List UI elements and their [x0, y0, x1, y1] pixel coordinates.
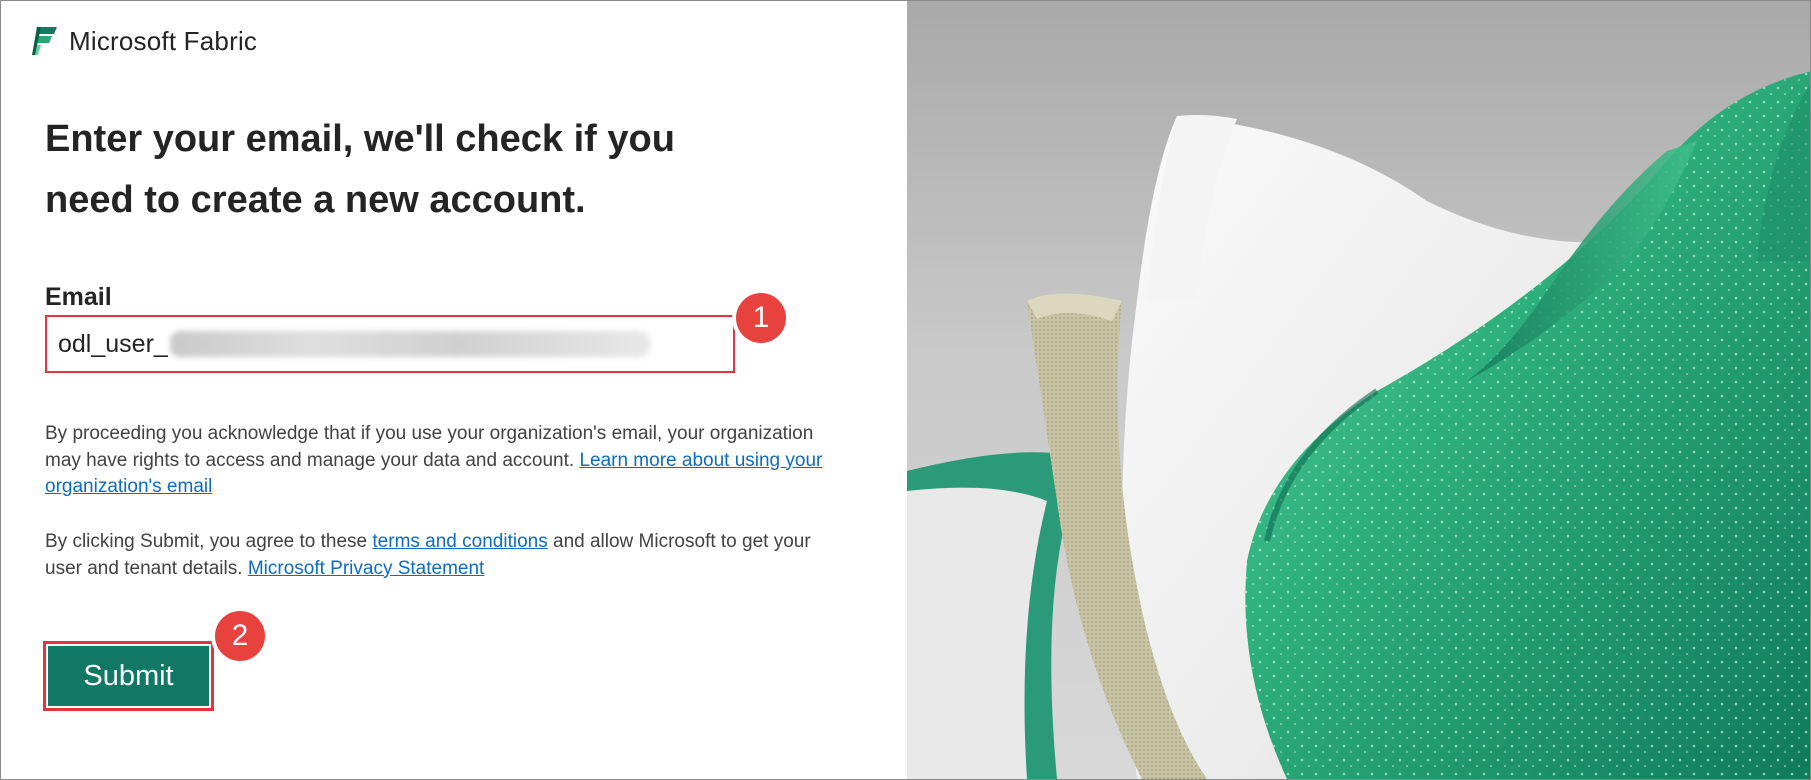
page-frame: Microsoft Fabric Enter your email, we'll…: [0, 0, 1811, 780]
redacted-email-text: [169, 331, 650, 357]
email-field[interactable]: odl_user_: [45, 315, 735, 373]
submit-label: Submit: [48, 646, 209, 706]
email-label: Email: [45, 283, 112, 311]
terms-link[interactable]: terms and conditions: [372, 531, 547, 552]
step-1-badge: 1: [736, 293, 786, 343]
brand-name: Microsoft Fabric: [69, 25, 258, 56]
hero-artwork: [907, 1, 1810, 779]
submit-terms-notice: By clicking Submit, you agree to these t…: [45, 529, 825, 582]
page-title: Enter your email, we'll check if you nee…: [45, 118, 675, 221]
step-2-badge: 2: [215, 611, 265, 661]
email-value: odl_user_: [58, 329, 168, 358]
fabric-logo-icon: [32, 27, 57, 55]
submit-button[interactable]: Submit: [43, 641, 214, 711]
brand-header: Microsoft Fabric: [31, 25, 257, 57]
privacy-statement-link[interactable]: Microsoft Privacy Statement: [248, 558, 485, 579]
signup-panel: Microsoft Fabric Enter your email, we'll…: [1, 1, 907, 779]
organization-email-notice: By proceeding you acknowledge that if yo…: [45, 421, 825, 501]
abstract-fabric-illustration: [907, 1, 1810, 779]
terms-text-before: By clicking Submit, you agree to these: [45, 531, 373, 552]
